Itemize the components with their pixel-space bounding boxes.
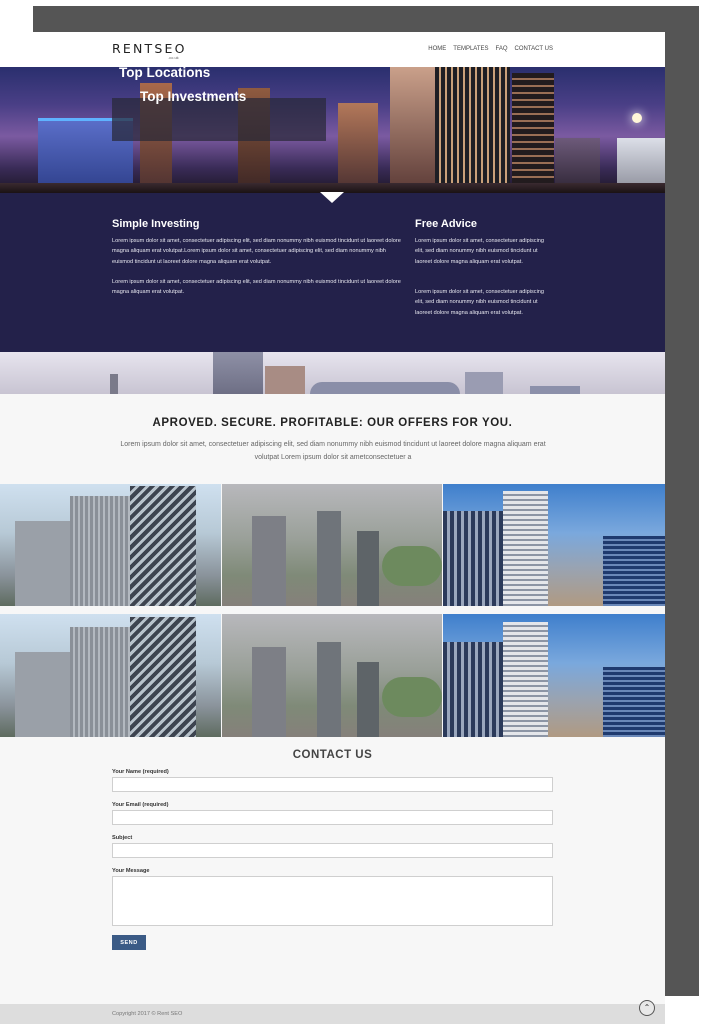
site-footer: Copyright 2017 © Rent SEO — [0, 1004, 665, 1024]
back-to-top-button[interactable]: ⌃ — [639, 1000, 655, 1016]
nav-templates[interactable]: TEMPLATES — [453, 46, 488, 52]
photo-building — [503, 622, 548, 737]
property-photo[interactable] — [222, 614, 442, 737]
photo-building — [15, 652, 75, 737]
feature-text-right-2: Lorem ipsum dolor sit amet, consectetuer… — [415, 289, 545, 316]
photo-building — [317, 642, 341, 737]
feature-title-right: Free Advice — [415, 218, 477, 230]
street-light — [632, 113, 642, 123]
photo-building — [603, 536, 665, 606]
hero-building — [512, 73, 554, 193]
nav-home[interactable]: HOME — [428, 46, 446, 52]
nav-faq[interactable]: FAQ — [496, 46, 508, 52]
offers-title: APROVED. SECURE. PROFITABLE: OUR OFFERS … — [152, 417, 513, 429]
site-header: RENTSEO .co.uk HOME TEMPLATES FAQ CONTAC… — [0, 32, 665, 67]
email-field[interactable] — [112, 810, 553, 825]
photo-building — [603, 667, 665, 737]
feature-text-left-2: Lorem ipsum dolor sit amet, consectetuer… — [112, 279, 401, 296]
nav-contact-us[interactable]: CONTACT US — [515, 46, 553, 52]
property-photo[interactable] — [443, 614, 665, 737]
property-photo[interactable] — [0, 614, 221, 737]
feature-text-right-1: Lorem ipsum dolor sit amet, consectetuer… — [415, 238, 545, 265]
hero-building — [435, 67, 510, 193]
photo-building — [317, 511, 341, 606]
photo-building — [130, 617, 196, 737]
features-section: Simple Investing Lorem ipsum dolor sit a… — [0, 192, 665, 352]
hero-building — [390, 67, 435, 193]
strip-building — [310, 382, 460, 394]
property-photo[interactable] — [443, 484, 665, 606]
name-label: Your Name (required) — [112, 769, 169, 775]
strip-building — [465, 372, 503, 394]
subject-field[interactable] — [112, 843, 553, 858]
photo-building — [357, 531, 379, 606]
hero-line-1: Top Locations — [119, 65, 211, 80]
send-button[interactable]: SEND — [112, 935, 146, 950]
hero-line-2: Top Investments — [140, 89, 247, 104]
photo-building — [15, 521, 75, 606]
logo-text: RENTSEO — [112, 41, 187, 56]
photo-park — [382, 546, 442, 586]
hero-banner — [0, 67, 665, 193]
message-label: Your Message — [112, 868, 150, 874]
photo-building — [357, 662, 379, 737]
photo-building — [252, 516, 286, 606]
photo-building — [70, 496, 130, 606]
strip-building — [265, 366, 305, 394]
feature-text-left-1: Lorem ipsum dolor sit amet, consectetuer… — [112, 238, 401, 265]
property-photo[interactable] — [0, 484, 221, 606]
feature-title-left: Simple Investing — [112, 218, 200, 230]
subject-label: Subject — [112, 835, 133, 841]
email-label: Your Email (required) — [112, 802, 169, 808]
name-field[interactable] — [112, 777, 553, 792]
logo-subtext: .co.uk — [168, 55, 179, 60]
photo-building — [130, 486, 196, 606]
hero-overlay — [112, 98, 326, 141]
page: RENTSEO .co.uk HOME TEMPLATES FAQ CONTAC… — [0, 32, 665, 1024]
copyright-text: Copyright 2017 © Rent SEO — [112, 1011, 183, 1017]
photo-building — [252, 647, 286, 737]
section-pointer — [320, 192, 344, 203]
chevron-up-icon: ⌃ — [643, 1003, 651, 1012]
photo-park — [382, 677, 442, 717]
contact-title: CONTACT US — [292, 749, 373, 761]
skyline-strip — [0, 352, 665, 394]
photo-building — [70, 627, 130, 737]
main-nav: HOME TEMPLATES FAQ CONTACT US — [428, 46, 553, 52]
strip-building — [213, 352, 263, 394]
photo-building — [503, 491, 548, 606]
logo[interactable]: RENTSEO .co.uk — [112, 40, 187, 60]
property-photo[interactable] — [222, 484, 442, 606]
offers-text: Lorem ipsum dolor sit amet, consectetuer… — [120, 441, 546, 461]
strip-building — [530, 386, 580, 394]
hero-building — [338, 103, 378, 193]
message-field[interactable] — [112, 876, 553, 926]
strip-building — [110, 374, 118, 394]
